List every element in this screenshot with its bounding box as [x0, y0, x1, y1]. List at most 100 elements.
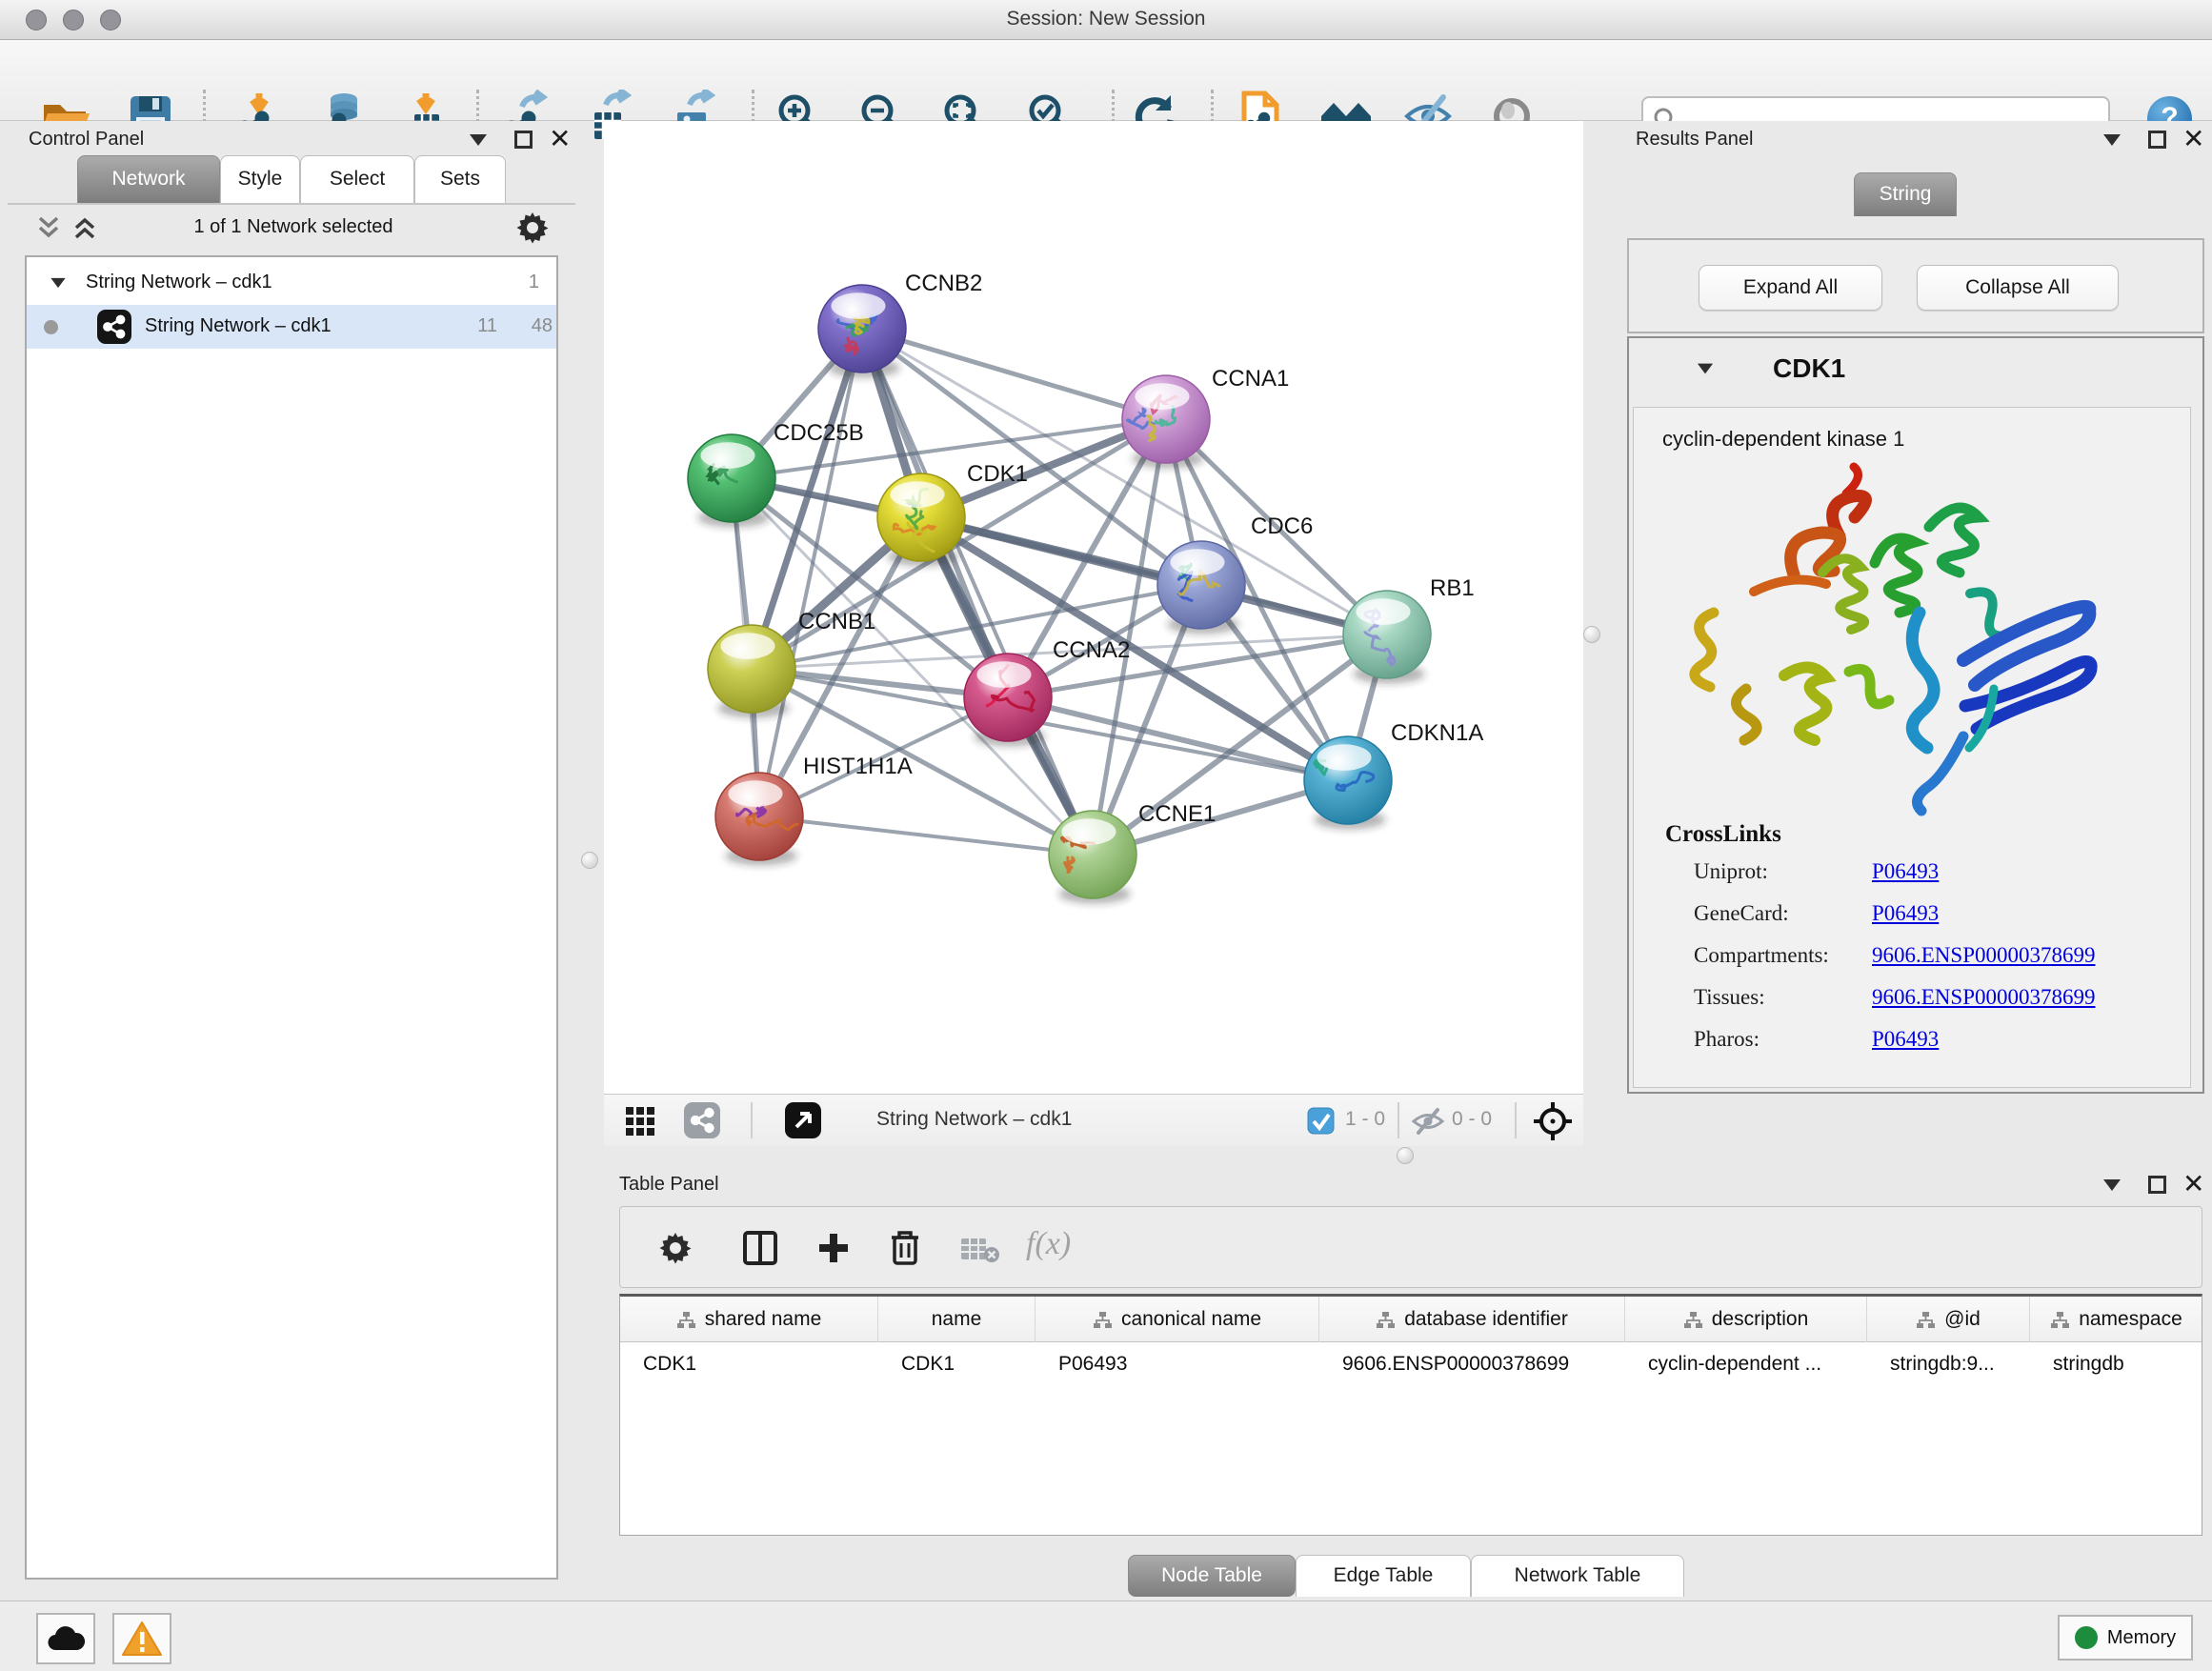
selected-counts: 1 - 0 [1345, 1108, 1385, 1131]
network-options-gear-icon[interactable] [515, 211, 550, 245]
network-node-RB1[interactable] [1343, 591, 1431, 684]
bottom-splitter-handle[interactable] [1397, 1147, 1414, 1164]
footer-separator [751, 1102, 753, 1138]
node-label-CDK1: CDK1 [967, 461, 1028, 487]
table-cell[interactable]: 9606.ENSP00000378699 [1319, 1342, 1625, 1386]
panel-close-icon[interactable]: ✕ [549, 130, 571, 149]
results-panel-title: Results Panel [1636, 129, 1753, 151]
network-node-HIST1H1A[interactable] [715, 773, 803, 866]
column-header-database-identifier[interactable]: database identifier [1319, 1297, 1625, 1342]
crosslink-row: Tissues:9606.ENSP00000378699 [1634, 985, 2190, 1016]
hierarchy-icon [1093, 1311, 1113, 1329]
column-label: shared name [705, 1308, 822, 1331]
column-label: canonical name [1121, 1308, 1261, 1331]
table-cell[interactable]: cyclin-dependent ... [1625, 1342, 1867, 1386]
node-label-CCNA2: CCNA2 [1053, 637, 1130, 663]
expand-all-chevron-icon[interactable] [70, 214, 99, 241]
table-cell[interactable]: CDK1 [878, 1342, 1036, 1386]
crosslink-row: Compartments:9606.ENSP00000378699 [1634, 943, 2190, 974]
column-header-shared-name[interactable]: shared name [620, 1297, 878, 1342]
panel-close-icon[interactable]: ✕ [2182, 130, 2204, 149]
network-node-CCNA1[interactable] [1122, 375, 1210, 469]
hierarchy-icon [1376, 1311, 1396, 1329]
panel-float-icon[interactable] [2148, 1176, 2166, 1194]
node-label-CDC25B: CDC25B [774, 420, 864, 446]
add-column-icon[interactable] [816, 1231, 851, 1265]
gene-section-collapse-icon[interactable] [1698, 364, 1713, 374]
panel-menu-icon[interactable] [2103, 134, 2121, 146]
network-node-CDC25B[interactable] [688, 434, 775, 528]
tab-node-table[interactable]: Node Table [1128, 1555, 1296, 1597]
control-panel-title: Control Panel [29, 129, 144, 151]
tab-select[interactable]: Select [300, 155, 414, 203]
network-edge[interactable] [759, 816, 1093, 855]
crosslink-label: Pharos: [1694, 1027, 1760, 1052]
hierarchy-icon [1916, 1311, 1936, 1329]
crosslink-link[interactable]: 9606.ENSP00000378699 [1872, 985, 2096, 1010]
show-columns-icon[interactable] [742, 1231, 778, 1265]
column-header-name[interactable]: name [878, 1297, 1036, 1342]
network-share-gray-icon[interactable] [684, 1102, 720, 1138]
column-header-description[interactable]: description [1625, 1297, 1867, 1342]
hidden-counts: 0 - 0 [1452, 1108, 1492, 1131]
tab-network-table[interactable]: Network Table [1471, 1555, 1684, 1597]
table-cell[interactable]: stringdb [2030, 1342, 2202, 1386]
column-header-canonical-name[interactable]: canonical name [1036, 1297, 1319, 1342]
tab-edge-table[interactable]: Edge Table [1296, 1555, 1471, 1597]
crosslink-link[interactable]: P06493 [1872, 1027, 1939, 1052]
network-node-CDKN1A[interactable] [1304, 736, 1392, 830]
panel-close-icon[interactable]: ✕ [2182, 1175, 2204, 1194]
delete-trash-icon[interactable] [887, 1229, 923, 1267]
left-splitter-handle[interactable] [581, 852, 598, 869]
node-label-RB1: RB1 [1430, 575, 1475, 601]
collapse-all-button[interactable]: Collapse All [1917, 265, 2119, 311]
tab-network[interactable]: Network [77, 155, 220, 203]
panel-float-icon[interactable] [514, 131, 533, 149]
crosshair-icon[interactable] [1532, 1100, 1574, 1142]
network-edge[interactable] [759, 329, 862, 816]
expand-all-button[interactable]: Expand All [1699, 265, 1882, 311]
tab-string[interactable]: String [1854, 172, 1957, 216]
crosslink-link[interactable]: P06493 [1872, 859, 1939, 884]
network-view-canvas[interactable]: CCNB2CCNA1CDC25BCDK1CDC6RB1CCNB1CCNA2CDK… [604, 121, 1583, 1094]
column-label: database identifier [1404, 1308, 1568, 1331]
column-header--id[interactable]: @id [1867, 1297, 2030, 1342]
network-row-selected[interactable]: String Network – cdk1 11 48 [27, 305, 556, 349]
network-node-count: 11 [455, 315, 497, 337]
network-label: String Network – cdk1 [145, 315, 332, 337]
table-cell[interactable]: CDK1 [620, 1342, 878, 1386]
network-node-CDK1[interactable] [877, 473, 965, 567]
network-node-CCNB1[interactable] [708, 625, 795, 718]
tab-sets[interactable]: Sets [414, 155, 506, 203]
panel-menu-icon[interactable] [2103, 1179, 2121, 1191]
memory-button[interactable]: Memory [2058, 1615, 2193, 1661]
grid-view-icon[interactable] [625, 1106, 657, 1137]
footer-separator [1515, 1102, 1517, 1138]
network-list: String Network – cdk1 1 String Network –… [25, 255, 558, 1580]
column-header-namespace[interactable]: namespace [2030, 1297, 2202, 1342]
collection-expand-icon[interactable] [50, 278, 65, 288]
network-collection-row[interactable]: String Network – cdk1 1 [27, 261, 556, 305]
crosslink-link[interactable]: P06493 [1872, 901, 1939, 926]
warning-status-button[interactable] [112, 1613, 171, 1664]
crosslink-link[interactable]: 9606.ENSP00000378699 [1872, 943, 2096, 968]
network-node-CCNE1[interactable] [1049, 811, 1136, 904]
collapse-all-chevron-icon[interactable] [34, 214, 63, 241]
tab-style[interactable]: Style [220, 155, 300, 203]
selected-checkbox-icon[interactable] [1307, 1107, 1336, 1136]
table-options-gear-icon[interactable] [658, 1231, 693, 1265]
open-in-window-icon[interactable] [785, 1102, 821, 1138]
crosslinks-list: Uniprot:P06493GeneCard:P06493Compartment… [1634, 859, 2190, 1078]
crosslink-row: Uniprot:P06493 [1634, 859, 2190, 890]
table-cell[interactable]: stringdb:9... [1867, 1342, 2030, 1386]
cloud-status-button[interactable] [36, 1613, 95, 1664]
panel-float-icon[interactable] [2148, 131, 2166, 149]
network-node-CDC6[interactable] [1157, 541, 1245, 634]
table-cell[interactable]: P06493 [1036, 1342, 1319, 1386]
panel-menu-icon[interactable] [470, 134, 487, 146]
node-label-CCNB1: CCNB1 [798, 609, 875, 634]
network-view-toolbar: String Network – cdk1 1 - 0 0 - 0 [604, 1094, 1583, 1146]
right-splitter-handle[interactable] [1583, 626, 1600, 643]
network-edge[interactable] [862, 329, 1166, 419]
string-network-graph[interactable]: CCNB2CCNA1CDC25BCDK1CDC6RB1CCNB1CCNA2CDK… [604, 121, 1583, 1094]
